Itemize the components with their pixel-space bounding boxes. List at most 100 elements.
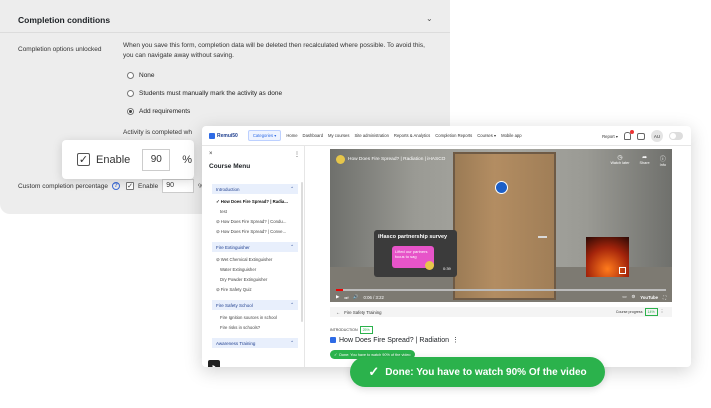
- radio-dot[interactable]: [127, 72, 134, 79]
- radio-add-requirements[interactable]: Add requirements: [127, 108, 190, 115]
- radio-none[interactable]: None: [127, 72, 155, 79]
- navbar-right: Report ▾ AU: [602, 130, 683, 142]
- video-time: 0:06 / 3:22: [363, 294, 384, 300]
- video-controls-right: ▭ ⚙ YouTube ⛶: [622, 294, 666, 300]
- youtube-logo[interactable]: YouTube: [640, 295, 658, 300]
- course-menu-title: Course Menu: [209, 163, 251, 170]
- nav-completion-reports[interactable]: Completion Reports: [435, 133, 472, 138]
- video-title-bar: How Does Fire Spread? | Radiation | iHAS…: [336, 155, 445, 164]
- enable-checkbox-zoom[interactable]: ✓: [77, 153, 90, 166]
- list-item[interactable]: Water Extinguisher: [220, 267, 256, 272]
- survey-time: 0:39: [443, 266, 451, 271]
- video-progress-fill: [336, 289, 343, 291]
- section-tag: INTRODUCTION 25%: [330, 326, 373, 334]
- video-player[interactable]: How Does Fire Spread? | Radiation | iHAS…: [330, 149, 672, 302]
- list-item[interactable]: ⊘ How Does Fire Spread? | Condu...: [216, 219, 286, 225]
- survey-card[interactable]: iHasco partnership survey Lifted our par…: [374, 230, 457, 277]
- custom-completion-text: Custom completion percentage: [18, 182, 108, 190]
- bell-icon[interactable]: [624, 130, 634, 140]
- back-arrow-icon[interactable]: ←: [336, 310, 340, 315]
- course-menu-sidebar: × ⋮ Course Menu Introduction ⌃ ✓ How Does…: [202, 146, 305, 367]
- list-item[interactable]: ⊘ Fire Safety Quiz: [216, 287, 252, 293]
- share-button[interactable]: ➦ Share: [640, 154, 650, 167]
- door-handle: [538, 236, 547, 238]
- completion-conditions-header: Completion conditions: [18, 15, 111, 25]
- brand-logo[interactable]: Remui50: [209, 132, 238, 139]
- video-title[interactable]: How Does Fire Spread? | Radiation | iHAS…: [348, 157, 445, 162]
- section-fire-safety-school[interactable]: Fire Safety School ⌃: [212, 300, 298, 310]
- radio-dot[interactable]: [127, 90, 134, 97]
- list-item-active[interactable]: ✓ How Does Fire Spread? | Radia...: [216, 199, 288, 205]
- section-awareness-training[interactable]: Awareness Training ⌃: [212, 338, 298, 348]
- list-item[interactable]: Fire risks in schools?: [220, 325, 260, 330]
- lesson-main: How Does Fire Spread? | Radiation | iHAS…: [305, 146, 691, 367]
- course-page-window: Remui50 Categories ▾ Home Dashboard My c…: [202, 126, 691, 367]
- course-progress-label: Course progress: [615, 310, 643, 314]
- nav-courses[interactable]: Courses ▾: [477, 133, 496, 138]
- video-frame-door: [453, 152, 556, 300]
- external-link-icon[interactable]: [619, 267, 626, 274]
- chevron-up-icon: ⌃: [290, 302, 294, 307]
- sidebar-scrollbar[interactable]: [301, 182, 303, 322]
- next-icon[interactable]: ⏭: [344, 295, 348, 300]
- completion-status-text-small: Done: You have to watch 90% of the video: [339, 352, 411, 357]
- chat-icon[interactable]: [637, 132, 645, 140]
- info-label: Info: [659, 163, 666, 167]
- radio-manual[interactable]: Students must manually mark the activity…: [127, 90, 282, 97]
- list-item[interactable]: ⊘ How Does Fire Spread? | Conve...: [216, 229, 286, 235]
- volume-icon[interactable]: 🔊: [353, 294, 358, 300]
- play-icon[interactable]: ▶: [336, 294, 339, 300]
- breadcrumb: ← Fire Safety Training Course progress 1…: [330, 307, 672, 317]
- chevron-up-icon: ⌃: [290, 340, 294, 345]
- video-progress-bar[interactable]: [336, 289, 666, 291]
- chevron-down-icon[interactable]: ⌄: [426, 14, 433, 23]
- chevron-up-icon: ⌃: [290, 244, 294, 249]
- theme-toggle[interactable]: [669, 132, 683, 140]
- section-tag-percent: 25%: [359, 326, 373, 334]
- enable-checkbox[interactable]: ✓: [126, 182, 134, 190]
- radio-label: Students must manually mark the activity…: [139, 90, 283, 97]
- clock-icon: ◷: [617, 155, 623, 161]
- list-item[interactable]: test: [220, 209, 227, 214]
- report-dropdown[interactable]: Report ▾: [602, 134, 618, 139]
- section-label: Fire Extinguisher: [216, 244, 250, 250]
- enable-label: Enable: [138, 182, 159, 190]
- close-icon[interactable]: ×: [209, 151, 213, 157]
- info-icon: ⓘ: [659, 157, 666, 163]
- info-button[interactable]: ⓘ Info: [660, 154, 666, 167]
- more-options-icon[interactable]: ⋮: [294, 151, 300, 158]
- completion-status-text: Done: You have to watch 90% Of the video: [385, 366, 587, 378]
- section-fire-extinguisher[interactable]: Fire Extinguisher ⌃: [212, 242, 298, 252]
- avatar[interactable]: AU: [651, 130, 663, 142]
- more-options-icon[interactable]: ⋮: [660, 309, 664, 315]
- more-options-icon[interactable]: ⋮: [452, 336, 459, 344]
- radio-dot-selected[interactable]: [127, 108, 134, 115]
- share-icon: ➦: [642, 155, 648, 161]
- categories-dropdown[interactable]: Categories ▾: [247, 130, 282, 141]
- nav-home[interactable]: Home: [286, 133, 297, 138]
- breadcrumb-course[interactable]: Fire Safety Training: [344, 310, 381, 315]
- fire-thumbnail[interactable]: [586, 237, 629, 277]
- settings-gear-icon[interactable]: ⚙: [631, 294, 635, 300]
- video-top-actions: ◷ Watch later ➦ Share ⓘ Info: [610, 154, 666, 167]
- nav-dashboard[interactable]: Dashboard: [303, 133, 324, 138]
- nav-reports-analytics[interactable]: Reports & Analytics: [394, 133, 430, 138]
- captions-icon[interactable]: ▭: [622, 294, 626, 300]
- nav-site-administration[interactable]: Site administration: [354, 133, 388, 138]
- list-item[interactable]: Dry Powder Extinguisher: [220, 277, 267, 282]
- nav-mobile-app[interactable]: Mobile app: [501, 133, 522, 138]
- percent-input[interactable]: 90: [162, 179, 195, 193]
- list-item[interactable]: Fire Ignition sources in school: [220, 315, 277, 320]
- fullscreen-icon[interactable]: ⛶: [663, 295, 666, 300]
- radio-label: None: [139, 72, 155, 79]
- channel-avatar[interactable]: [336, 155, 345, 164]
- section-introduction[interactable]: Introduction ⌃: [212, 184, 298, 194]
- watch-later-button[interactable]: ◷ Watch later: [610, 154, 629, 167]
- percent-input-zoom[interactable]: 90: [142, 148, 171, 171]
- list-item[interactable]: ⊘ Wet Chemical Extinguisher: [216, 257, 272, 263]
- nav-my-courses[interactable]: My courses: [328, 133, 349, 138]
- help-icon[interactable]: ?: [111, 182, 120, 190]
- check-icon: ✓: [368, 364, 380, 379]
- course-progress: Course progress 14% ⋮: [616, 308, 672, 316]
- sidebar-toggle-icon[interactable]: ▸: [208, 360, 220, 367]
